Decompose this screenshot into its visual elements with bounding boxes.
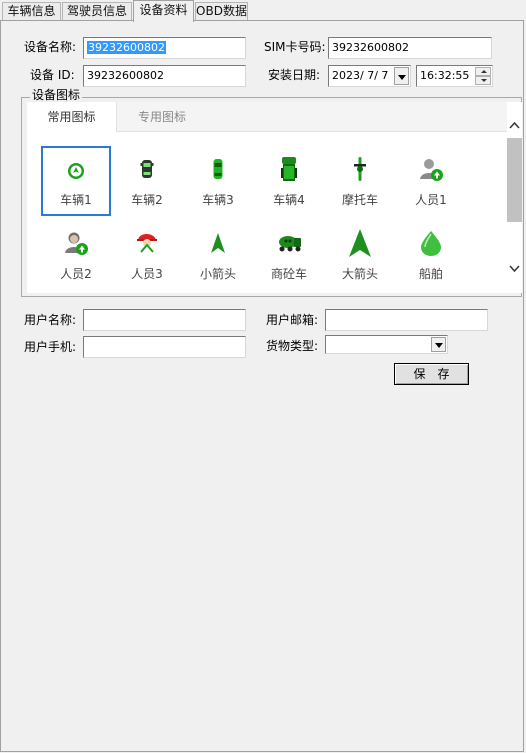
icon-option-vehicle1[interactable]: 车辆1 (41, 146, 111, 216)
icon-label: 人员2 (60, 267, 92, 281)
device-name-input[interactable]: 39232600802 (83, 37, 246, 59)
truck-topview-icon (281, 157, 297, 181)
time-spinner[interactable] (475, 67, 491, 85)
person-red-cap-icon (137, 234, 157, 253)
icon-label: 船舶 (418, 267, 443, 281)
install-time-picker[interactable]: 16:32:55 (416, 65, 493, 87)
icon-option-concrete-mixer[interactable]: 商砼车 (254, 220, 324, 290)
icon-label: 大箭头 (341, 267, 378, 281)
icon-option-motorcycle[interactable]: 摩托车 (325, 146, 395, 216)
person-female-arrow-icon (65, 232, 88, 255)
icon-option-big-arrow[interactable]: 大箭头 (325, 220, 395, 290)
icon-option-ship[interactable]: 船舶 (396, 220, 466, 290)
spin-up-button[interactable] (475, 67, 491, 76)
icon-label: 车辆4 (273, 193, 305, 207)
spin-down-icon (481, 79, 487, 82)
icon-option-vehicle4[interactable]: 车辆4 (254, 146, 324, 216)
big-arrow-icon (349, 229, 371, 257)
scroll-up-icon[interactable] (509, 120, 520, 131)
user-phone-input[interactable] (83, 336, 246, 358)
device-name-value: 39232600802 (87, 41, 166, 54)
user-phone-label: 用户手机: (24, 340, 77, 354)
device-icon-group-title: 设备图标 (30, 87, 83, 103)
cargo-type-select[interactable] (325, 335, 448, 354)
icon-option-person2[interactable]: 人员2 (41, 220, 111, 290)
device-id-label: 设备 ID: (30, 68, 75, 82)
icon-label: 小箭头 (199, 267, 236, 281)
tab-special-icons[interactable]: 专用图标 (117, 102, 207, 132)
icon-label: 车辆3 (202, 193, 234, 207)
tab-driver-info[interactable]: 驾驶员信息 (62, 2, 132, 21)
install-date-value: 2023/ 7/ 7 (332, 69, 389, 82)
icon-option-small-arrow[interactable]: 小箭头 (183, 220, 253, 290)
cargo-type-label: 货物类型: (266, 339, 319, 353)
user-name-label: 用户名称: (24, 313, 77, 327)
tab-common-icons[interactable]: 常用图标 (27, 102, 117, 132)
install-date-picker[interactable]: 2023/ 7/ 7 (328, 65, 411, 87)
spin-up-icon (481, 70, 487, 73)
scroll-down-icon[interactable] (509, 263, 520, 274)
icon-scrollbar[interactable] (507, 114, 522, 274)
tab-device-info[interactable]: 设备资料 (133, 0, 194, 22)
vehicle-circle-arrow-icon (68, 163, 84, 179)
icon-subtabs: 常用图标 专用图标 (27, 102, 507, 132)
icon-label: 车辆2 (131, 193, 163, 207)
chevron-down-icon (435, 343, 443, 348)
car-topview-dark-icon (140, 160, 154, 178)
tab-vehicle-info[interactable]: 车辆信息 (2, 2, 61, 21)
icon-option-person1[interactable]: 人员1 (396, 146, 466, 216)
chevron-down-icon (398, 75, 406, 80)
install-date-label: 安装日期: (268, 68, 321, 82)
icon-label: 人员3 (131, 267, 163, 281)
device-name-label: 设备名称: (24, 40, 77, 54)
motorcycle-icon (354, 157, 366, 181)
spin-down-button[interactable] (475, 76, 491, 85)
icon-picker: 常用图标 专用图标 车辆1 车辆2 车辆3 车辆4 摩托车 人员1 人员2 人员… (27, 102, 522, 293)
icon-label: 车辆1 (60, 193, 92, 207)
icon-option-vehicle2[interactable]: 车辆2 (112, 146, 182, 216)
ship-drop-icon (421, 231, 441, 256)
small-arrow-icon (211, 233, 225, 253)
device-id-input[interactable]: 39232600802 (83, 65, 246, 87)
date-dropdown-button[interactable] (394, 67, 409, 85)
user-email-label: 用户邮箱: (266, 313, 319, 327)
scrollbar-thumb[interactable] (507, 138, 522, 222)
icon-option-person3[interactable]: 人员3 (112, 220, 182, 290)
sim-number-input[interactable]: 39232600802 (328, 37, 492, 59)
user-name-input[interactable] (83, 309, 246, 331)
install-time-value: 16:32:55 (420, 69, 470, 82)
icon-option-vehicle3[interactable]: 车辆3 (183, 146, 253, 216)
concrete-mixer-icon (279, 236, 301, 252)
user-email-input[interactable] (325, 309, 488, 331)
car-topview-green-icon (213, 159, 223, 179)
person-arrow-icon (420, 159, 443, 181)
icon-label: 摩托车 (341, 193, 378, 207)
cargo-dropdown-button[interactable] (431, 337, 446, 352)
icon-label: 人员1 (415, 193, 447, 207)
sim-number-label: SIM卡号码: (264, 40, 326, 54)
save-button[interactable]: 保存 (394, 363, 469, 385)
tab-obd-data[interactable]: OBD数据 (195, 2, 248, 21)
tab-bar: 车辆信息 驾驶员信息 设备资料 OBD数据 (0, 0, 526, 22)
icon-label: 商砼车 (270, 267, 307, 281)
